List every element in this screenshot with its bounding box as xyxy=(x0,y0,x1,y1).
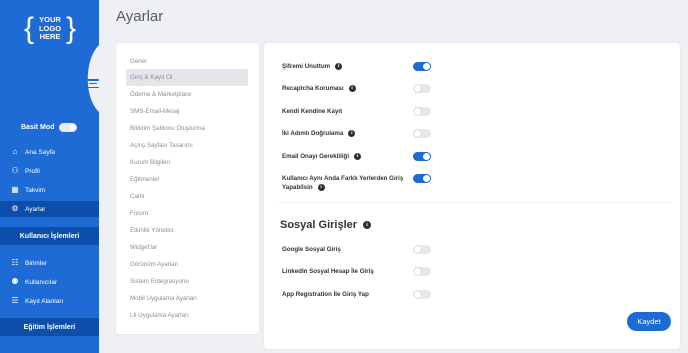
setting-label: Kendi Kendine Kayıt xyxy=(282,108,343,115)
menu-item-payment-marketplace[interactable]: Ödeme & Marketplace xyxy=(126,86,248,103)
menu-item-appearance[interactable]: Görünüm Ayarları xyxy=(126,256,248,273)
sidebar-item-label: Ayarlar xyxy=(25,205,46,213)
setting-label: Şifremi Unuttum xyxy=(282,63,331,70)
menu-item-event-manager[interactable]: Etkinlik Yönetici xyxy=(126,222,248,239)
menu-item-lti-app[interactable]: Lti Uygulama Ayarları xyxy=(126,307,248,324)
basic-mode: Basit Mod xyxy=(0,121,99,133)
settings-panel: Şifremi Unuttum i Recaptcha Koruması i Ken… xyxy=(264,43,680,349)
menu-item-live[interactable]: Canlı xyxy=(126,188,248,205)
sidebar-item-label: Birimler xyxy=(25,259,48,267)
logo-brace-left: { xyxy=(24,12,35,45)
email-verification-toggle[interactable] xyxy=(413,152,431,161)
sidebar-item-label: Takvim xyxy=(25,186,46,194)
menu-item-instructors[interactable]: Eğitmenler xyxy=(126,171,248,188)
setting-label: Email Onayı Gerekliliği xyxy=(282,153,350,160)
setting-concurrent-login: Kullanıcı Aynı Anda Farklı Yerlerden Gir… xyxy=(282,174,407,192)
setting-label: Kullanıcı Aynı Anda Farklı Yerlerden Gir… xyxy=(282,175,404,191)
menu-item-widgets[interactable]: Widget'lar xyxy=(126,239,248,256)
info-icon[interactable]: i xyxy=(317,183,325,191)
menu-item-mobile-app[interactable]: Mobil Uygulama Ayarları xyxy=(126,290,248,307)
units-icon: ☷ xyxy=(11,258,19,267)
menu-toggle-icon[interactable] xyxy=(87,79,99,89)
sidebar-item-calendar[interactable]: ▦ Takvim xyxy=(0,182,99,198)
sidebar-item-registration-fields[interactable]: ☰ Kayıt Alanları xyxy=(0,293,99,309)
gear-icon: ⚙ xyxy=(11,204,19,213)
sidebar-item-label: Ana Sayfa xyxy=(25,148,55,156)
form-icon: ☰ xyxy=(11,296,19,305)
sidebar-item-label: Profil xyxy=(25,167,40,175)
menu-item-institution-info[interactable]: Kurum Bilgileri xyxy=(126,154,248,171)
divider xyxy=(278,202,672,203)
page-title: Ayarlar xyxy=(116,8,164,25)
social-logins-title: Sosyal Girişler i xyxy=(280,219,372,231)
setting-label: İki Adımlı Doğrulama xyxy=(282,130,344,137)
sidebar: { YOUR LOGO HERE } Basit Mod ⌂ Ana Sayfa… xyxy=(0,0,99,353)
menu-item-notification-template[interactable]: Bildirim Şablonu Oluşturma xyxy=(126,120,248,137)
basic-mode-toggle[interactable] xyxy=(59,122,78,132)
setting-label: LinkedIn Sosyal Hesap İle Giriş xyxy=(282,268,374,275)
menu-item-login-register[interactable]: Giriş & Kayıt Ol xyxy=(126,69,248,86)
section-user-operations[interactable]: Kullanıcı İşlemleri xyxy=(0,227,99,245)
menu-item-sms-email[interactable]: SMS-Email-Mesaj xyxy=(126,103,248,120)
setting-label: Google Sosyal Giriş xyxy=(282,246,341,253)
setting-label: App Registration İle Giriş Yap xyxy=(282,291,369,298)
forgot-password-toggle[interactable] xyxy=(413,62,431,71)
self-registration-toggle[interactable] xyxy=(413,107,431,116)
sidebar-item-profile[interactable]: ⚇ Profil xyxy=(0,163,99,179)
two-factor-toggle[interactable] xyxy=(413,129,431,138)
section-title-text: Sosyal Girişler xyxy=(280,219,358,231)
google-login-toggle[interactable] xyxy=(413,245,431,254)
recaptcha-toggle[interactable] xyxy=(413,84,431,93)
info-icon[interactable]: i xyxy=(335,62,343,70)
concurrent-login-toggle[interactable] xyxy=(413,174,431,183)
logo: { YOUR LOGO HERE } xyxy=(24,14,76,45)
setting-label: Recaptcha Koruması xyxy=(282,85,344,92)
sidebar-item-home[interactable]: ⌂ Ana Sayfa xyxy=(0,144,99,160)
info-icon[interactable]: i xyxy=(363,221,372,230)
users-icon: ⚉ xyxy=(11,277,19,286)
user-icon: ⚇ xyxy=(11,166,19,175)
save-button[interactable]: Kaydet xyxy=(627,312,671,331)
logo-brace-right: } xyxy=(65,12,76,45)
sidebar-item-label: Kullanıcılar xyxy=(25,278,58,286)
menu-item-system-integration[interactable]: Sistem Entegrasyonu xyxy=(126,273,248,290)
sidebar-item-settings[interactable]: ⚙ Ayarlar xyxy=(0,201,99,217)
info-icon[interactable]: i xyxy=(354,152,362,160)
menu-item-forum[interactable]: Forum xyxy=(126,205,248,222)
sidebar-item-users[interactable]: ⚉ Kullanıcılar xyxy=(0,274,99,290)
menu-item-landing-design[interactable]: Açılış Sayfası Tasarımı xyxy=(126,137,248,154)
info-icon[interactable]: i xyxy=(348,129,356,137)
sidebar-item-label: Kayıt Alanları xyxy=(25,297,64,305)
home-icon: ⌂ xyxy=(12,147,18,156)
settings-menu: Genel Giriş & Kayıt Ol Ödeme & Marketpla… xyxy=(116,43,259,334)
linkedin-login-toggle[interactable] xyxy=(413,267,431,276)
calendar-icon: ▦ xyxy=(11,185,19,194)
logo-line-3: HERE xyxy=(39,32,61,41)
menu-item-general[interactable]: Genel xyxy=(126,53,248,70)
app-registration-login-toggle[interactable] xyxy=(413,290,431,299)
sidebar-item-units[interactable]: ☷ Birimler xyxy=(0,255,99,271)
basic-mode-label: Basit Mod xyxy=(21,123,55,131)
section-education-operations[interactable]: Eğitim İşlemleri xyxy=(0,318,99,336)
info-icon[interactable]: i xyxy=(348,84,356,92)
